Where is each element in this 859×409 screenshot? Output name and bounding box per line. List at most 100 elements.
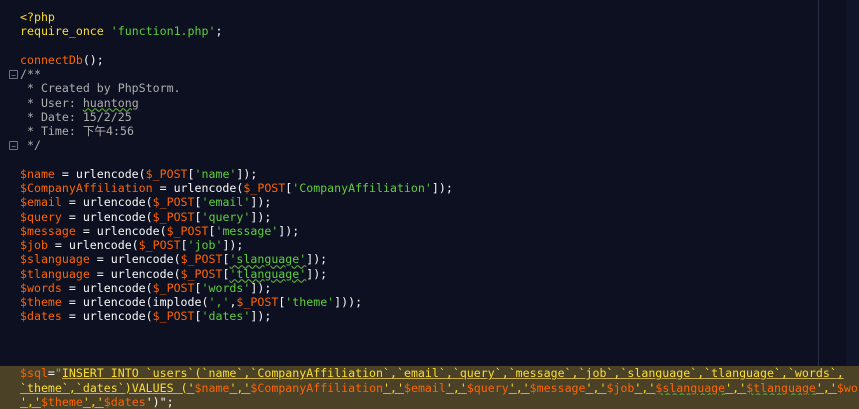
code-token: $_POST	[145, 166, 188, 181]
code-token: * Date: 15/2/25	[20, 109, 132, 124]
code-line[interactable]	[20, 153, 859, 167]
code-token: ]));	[334, 295, 363, 309]
code-token: $query	[466, 380, 509, 395]
code-token: $slanguage	[20, 252, 90, 267]
code-line[interactable]: $theme = urlencode(implode(',',$_POST['t…	[20, 295, 859, 309]
code-token: ','	[508, 380, 530, 395]
code-token: 'job'	[187, 238, 223, 252]
code-line-highlighted[interactable]: $sql="INSERT INTO `users`(`name`,`Compan…	[0, 366, 859, 381]
code-token: $_POST	[180, 266, 223, 281]
code-token: $job	[20, 238, 48, 252]
code-token: = urlencode(	[152, 181, 244, 195]
code-token: 'words'	[201, 280, 251, 295]
code-line[interactable]: /**	[20, 67, 859, 81]
code-line[interactable]: * Created by PhpStorm.	[20, 81, 859, 95]
code-token: $slanguage	[655, 380, 726, 395]
code-token: * Created by PhpStorm.	[20, 81, 181, 96]
code-line[interactable]: $slanguage = urlencode($_POST['slanguage…	[20, 252, 859, 266]
code-token: $email	[403, 380, 446, 395]
code-token: ','	[585, 380, 607, 395]
code-token: (	[194, 366, 202, 381]
code-line[interactable]: $message = urlencode($_POST['message']);	[20, 224, 859, 238]
code-token: ','	[445, 380, 467, 395]
code-token: ]);	[250, 195, 272, 210]
code-token: $theme	[40, 394, 83, 409]
code-token: [	[187, 166, 195, 181]
code-token: ,	[780, 366, 788, 381]
code-line-highlighted[interactable]: `theme`,`dates`)VALUES ('$name','$Compan…	[0, 380, 859, 395]
code-token: `job`	[578, 366, 614, 381]
code-token: ','	[229, 380, 251, 395]
code-token: = urlencode(	[61, 195, 153, 210]
code-line[interactable]: $dates = urlencode($_POST['dates']);	[20, 309, 859, 323]
code-line[interactable]: * Date: 15/2/25	[20, 110, 859, 124]
code-token: $_POST	[243, 181, 286, 195]
fold-open-icon[interactable]: −	[9, 70, 18, 80]
code-token: ,	[571, 366, 579, 381]
code-token: ]);	[431, 181, 453, 195]
code-line[interactable]: $tlanguage = urlencode($_POST['tlanguage…	[20, 267, 859, 281]
code-line[interactable]	[20, 324, 859, 338]
code-token: $_POST	[138, 238, 181, 252]
code-line[interactable]: connectDb();	[20, 53, 859, 67]
code-token: 'dates'	[201, 309, 251, 324]
code-token: = urlencode(	[61, 209, 153, 224]
code-token: $_POST	[166, 223, 209, 238]
code-token: $message	[20, 223, 76, 238]
code-token: $dates	[103, 394, 146, 409]
code-line[interactable]: require_once 'function1.php';	[20, 24, 859, 38]
code-line[interactable]: */	[20, 138, 859, 152]
code-token: ]);	[250, 309, 272, 324]
code-line[interactable]	[20, 39, 859, 53]
code-line[interactable]: * User: huantong	[20, 96, 859, 110]
code-token: ]);	[236, 166, 258, 181]
code-token: ','	[20, 394, 41, 409]
code-token: 'message'	[215, 223, 279, 238]
code-token: /**	[20, 67, 41, 81]
code-editor[interactable]: <?php require_once 'function1.php'; conne…	[0, 10, 859, 409]
code-token: [	[194, 209, 202, 224]
code-token: 'email'	[201, 195, 251, 210]
code-token: $_POST	[152, 195, 195, 210]
code-token: 'tlanguage'	[229, 266, 307, 281]
code-token: ();	[82, 52, 104, 67]
fold-close-icon[interactable]: −	[9, 141, 18, 151]
code-token: $CompanyAffiliation	[250, 380, 384, 395]
code-line-highlighted[interactable]: ','$theme','$dates')";	[0, 394, 859, 409]
code-token: ]);	[250, 209, 272, 224]
code-token: $_POST	[180, 252, 223, 267]
code-line[interactable]: $words = urlencode($_POST['words']);	[20, 281, 859, 295]
code-line[interactable]	[20, 352, 859, 366]
code-token: [	[194, 309, 202, 324]
code-line[interactable]: $name = urlencode($_POST['name']);	[20, 167, 859, 181]
code-token: * User:	[20, 95, 83, 110]
code-line[interactable]: $job = urlencode($_POST['job']);	[20, 238, 859, 252]
code-token: ','	[634, 380, 656, 395]
code-token: ]);	[306, 266, 328, 281]
code-token: ,	[390, 366, 397, 381]
code-token: $CompanyAffiliation	[20, 181, 153, 195]
code-token: $_POST	[152, 280, 195, 295]
code-token: $dates	[20, 309, 62, 324]
code-line[interactable]: * Time: 下午4:56	[20, 124, 859, 138]
code-token: `CompanyAffiliation`	[250, 366, 390, 381]
code-token: $_POST	[236, 295, 279, 309]
code-token: VALUES (	[131, 380, 188, 395]
code-token: $words	[836, 380, 859, 395]
code-token: =	[47, 366, 55, 381]
code-token: `dates`	[75, 380, 125, 395]
code-token: `tlanguage`	[704, 366, 781, 381]
code-token: "	[54, 366, 62, 381]
code-line[interactable]: $query = urlencode($_POST['query']);	[20, 210, 859, 224]
code-line[interactable]	[20, 338, 859, 352]
code-line[interactable]: $CompanyAffiliation = urlencode($_POST['…	[20, 181, 859, 195]
code-token: = urlencode(	[61, 309, 153, 324]
code-token: ','	[383, 380, 404, 395]
code-token: $name	[194, 380, 230, 395]
code-token: INSERT INTO	[61, 366, 146, 381]
code-token: = urlencode(	[54, 166, 146, 181]
code-line[interactable]: $email = urlencode($_POST['email']);	[20, 195, 859, 209]
code-token: $message	[529, 380, 586, 395]
code-line[interactable]: <?php	[20, 10, 859, 24]
code-token: ]);	[250, 280, 272, 295]
